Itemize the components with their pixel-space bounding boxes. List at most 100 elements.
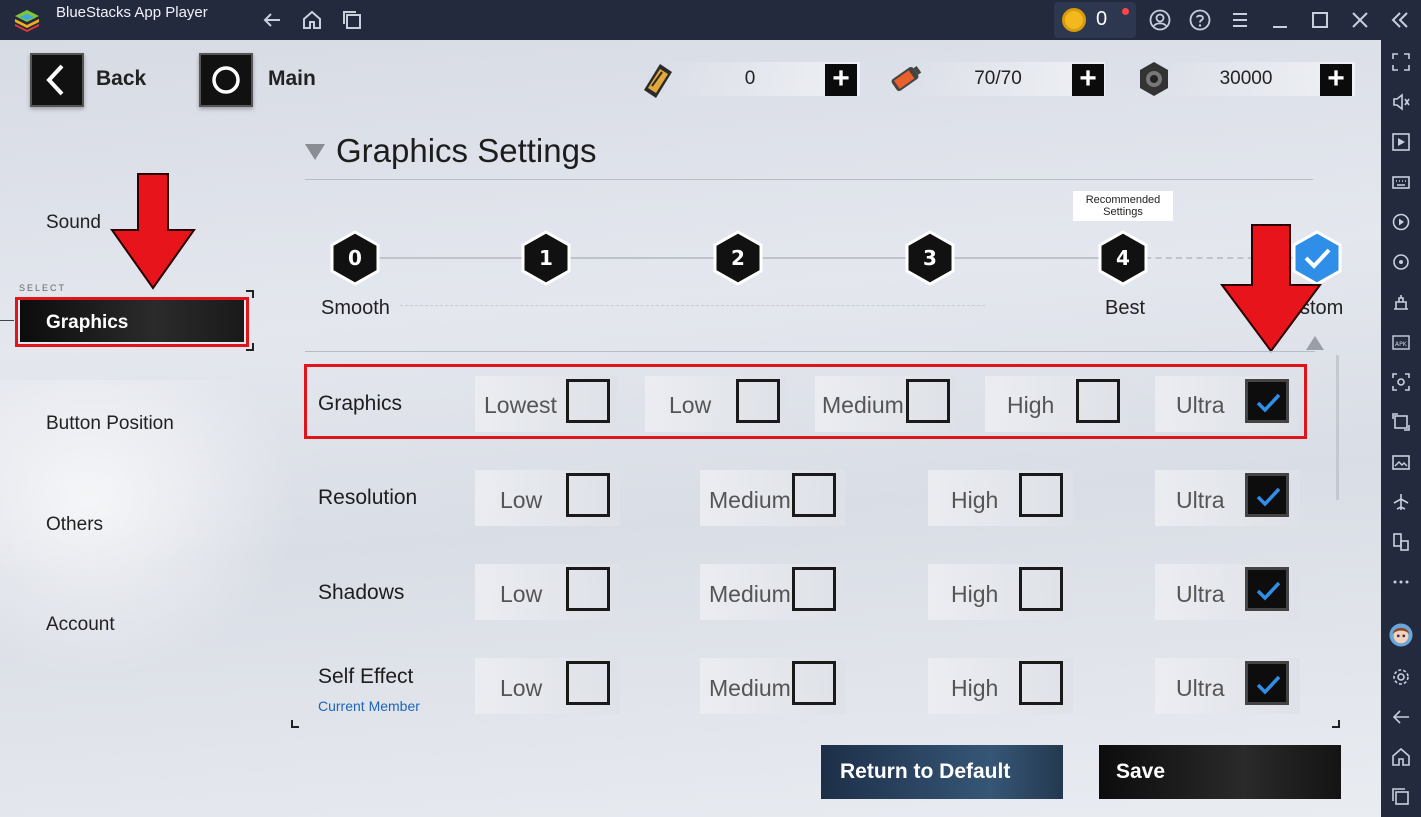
checkbox-resolution-medium[interactable]: [792, 473, 836, 517]
checkbox-shadows-ultra[interactable]: [1245, 567, 1289, 611]
menu-item-button-position[interactable]: Button Position: [46, 413, 174, 435]
option-shadows-low[interactable]: Low: [500, 581, 542, 608]
red-arrow-down-icon: [110, 173, 196, 290]
sidebar-collapse-icon[interactable]: [1388, 8, 1412, 32]
apk-install-icon[interactable]: APK: [1389, 330, 1413, 354]
add-ticket-button[interactable]: +: [825, 64, 857, 96]
preset-4-hex-icon[interactable]: 4: [1097, 230, 1149, 286]
option-self-effect-high[interactable]: High: [951, 675, 998, 702]
volume-icon[interactable]: [1389, 90, 1413, 114]
preset-0-number: 0: [348, 246, 362, 270]
check-icon: [1256, 581, 1281, 601]
title-bar: BlueStacks App Player 0: [0, 0, 1421, 40]
check-icon: [1256, 487, 1281, 507]
preset-2-hex-icon[interactable]: 2: [712, 230, 764, 286]
option-resolution-ultra[interactable]: Ultra: [1176, 487, 1225, 514]
game-settings-screen: Back Main 0 + 70/70 + 30000 + Sound SELE…: [0, 40, 1381, 817]
settings-gear-icon[interactable]: [1389, 665, 1413, 689]
return-to-default-button[interactable]: Return to Default: [821, 745, 1063, 799]
parts-count: 30000: [1219, 68, 1273, 89]
back-label[interactable]: Back: [96, 67, 146, 91]
keyboard-icon[interactable]: [1389, 170, 1413, 194]
preset-3-hex-icon[interactable]: 3: [904, 230, 956, 286]
scrollbar[interactable]: [1336, 355, 1339, 500]
option-resolution-medium[interactable]: Medium: [709, 487, 791, 514]
checkbox-self-effect-ultra[interactable]: [1245, 661, 1289, 705]
recent-apps-icon[interactable]: [1389, 785, 1413, 809]
preset-0-hex-icon[interactable]: 0: [329, 230, 381, 286]
option-self-effect-medium[interactable]: Medium: [709, 675, 791, 702]
checkbox-resolution-high[interactable]: [1019, 473, 1063, 517]
multi-window-icon[interactable]: [1389, 530, 1413, 554]
back-arrow-icon[interactable]: [260, 8, 284, 32]
menu-item-account[interactable]: Account: [46, 614, 115, 636]
row-shadows-label: Shadows: [318, 581, 405, 604]
checkbox-self-effect-medium[interactable]: [792, 661, 836, 705]
checkbox-shadows-high[interactable]: [1019, 567, 1063, 611]
option-shadows-ultra[interactable]: Ultra: [1176, 581, 1225, 608]
macro-play-icon[interactable]: [1389, 210, 1413, 234]
option-self-effect-low[interactable]: Low: [500, 675, 542, 702]
check-icon: [1256, 675, 1281, 695]
add-parts-button[interactable]: +: [1320, 64, 1352, 96]
close-icon[interactable]: [1348, 8, 1372, 32]
row-resolution-label: Resolution: [318, 486, 418, 509]
coin-icon: [1062, 8, 1086, 32]
more-icon[interactable]: [1389, 570, 1413, 594]
folder-icon[interactable]: [1389, 450, 1413, 474]
preset-3-number: 3: [923, 246, 937, 270]
option-shadows-high[interactable]: High: [951, 581, 998, 608]
save-button[interactable]: Save: [1099, 745, 1341, 799]
avatar-icon[interactable]: [1389, 623, 1413, 647]
home-icon[interactable]: [300, 8, 324, 32]
android-home-icon[interactable]: [1389, 745, 1413, 769]
tire-icon: [1140, 62, 1168, 96]
coin-count: 0: [1096, 8, 1108, 30]
preset-1-hex-icon[interactable]: 1: [520, 230, 572, 286]
help-icon[interactable]: [1188, 8, 1212, 32]
main-label[interactable]: Main: [268, 67, 316, 91]
checkbox-resolution-low[interactable]: [566, 473, 610, 517]
menu-item-others[interactable]: Others: [46, 514, 103, 536]
checkbox-resolution-ultra[interactable]: [1245, 473, 1289, 517]
svg-text:APK: APK: [1395, 341, 1408, 348]
checkbox-shadows-low[interactable]: [566, 567, 610, 611]
record-icon[interactable]: [1389, 410, 1413, 434]
checkbox-self-effect-low[interactable]: [566, 661, 610, 705]
option-self-effect-ultra[interactable]: Ultra: [1176, 675, 1225, 702]
android-back-icon[interactable]: [1389, 705, 1413, 729]
energy-count: 70/70: [974, 68, 1022, 89]
maximize-icon[interactable]: [1308, 8, 1332, 32]
menu-item-sound[interactable]: Sound: [46, 212, 101, 234]
option-shadows-medium[interactable]: Medium: [709, 581, 791, 608]
rotate-icon[interactable]: [1389, 250, 1413, 274]
option-resolution-high[interactable]: High: [951, 487, 998, 514]
collapse-triangle-icon[interactable]: [305, 144, 325, 160]
add-energy-button[interactable]: +: [1072, 64, 1104, 96]
menu-icon[interactable]: [1228, 8, 1252, 32]
airplane-icon[interactable]: [1389, 490, 1413, 514]
scroll-up-icon[interactable]: [1306, 336, 1324, 350]
chevron-left-icon: [46, 64, 64, 96]
checkbox-self-effect-high[interactable]: [1019, 661, 1063, 705]
ticket-count: 0: [744, 68, 756, 89]
checkbox-shadows-medium[interactable]: [792, 567, 836, 611]
back-button[interactable]: [30, 53, 84, 107]
main-button[interactable]: [199, 53, 253, 107]
screenshot-icon[interactable]: [1389, 370, 1413, 394]
coin-counter[interactable]: 0: [1054, 2, 1136, 38]
highlight-graphics-row: [304, 364, 1307, 439]
preset-smooth-label: Smooth: [321, 297, 390, 319]
media-icon[interactable]: [1389, 130, 1413, 154]
recommended-badge: Recommended Settings: [1073, 191, 1173, 221]
minimize-icon[interactable]: [1268, 8, 1292, 32]
select-caption: SELECT: [19, 283, 67, 293]
account-icon[interactable]: [1148, 8, 1172, 32]
fullscreen-icon[interactable]: [1389, 50, 1413, 74]
preset-1-number: 1: [539, 246, 553, 270]
app-title: BlueStacks App Player: [56, 4, 208, 21]
highlight-graphics-menu: [15, 297, 249, 347]
multi-instance-icon[interactable]: [340, 8, 364, 32]
performance-icon[interactable]: [1389, 290, 1413, 314]
option-resolution-low[interactable]: Low: [500, 487, 542, 514]
